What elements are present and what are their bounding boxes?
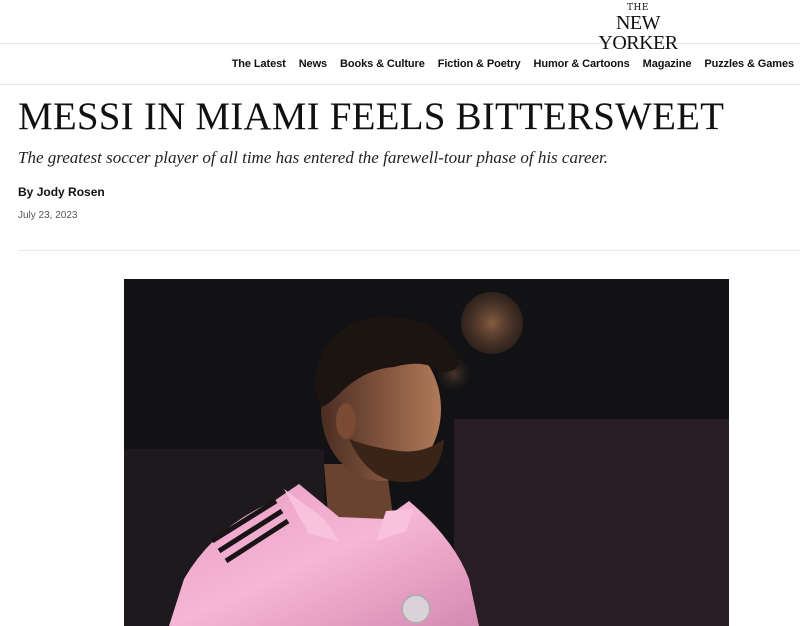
- section-nav: The Latest News Books & Culture Fiction …: [0, 45, 800, 85]
- nav-item-humor-cartoons[interactable]: Humor & Cartoons: [533, 58, 629, 70]
- nav-item-magazine[interactable]: Magazine: [643, 58, 692, 70]
- ear: [336, 403, 356, 439]
- nav-item-news[interactable]: News: [299, 58, 327, 70]
- nav-item-fiction-poetry[interactable]: Fiction & Poetry: [438, 58, 521, 70]
- nav-item-puzzles-games[interactable]: Puzzles & Games: [704, 58, 794, 70]
- byline-prefix: By: [18, 185, 37, 199]
- site-header: THE NEW YORKER: [0, 0, 800, 53]
- lead-photo-illustration: [124, 279, 729, 626]
- lead-photo: [124, 279, 729, 626]
- club-crest: [401, 594, 431, 624]
- bokeh-light-large: [461, 292, 523, 354]
- article-dek: The greatest soccer player of all time h…: [18, 148, 609, 167]
- nav-item-books-culture[interactable]: Books & Culture: [340, 58, 425, 70]
- nav-item-the-latest[interactable]: The Latest: [232, 58, 286, 70]
- article-byline: By Jody Rosen: [18, 185, 105, 199]
- author-link[interactable]: Jody Rosen: [37, 185, 105, 199]
- nav-list: The Latest News Books & Culture Fiction …: [219, 58, 794, 70]
- header-divider: [18, 250, 800, 251]
- publish-date: July 23, 2023: [18, 210, 78, 221]
- article-headline: MESSI IN MIAMI FEELS BITTERSWEET: [18, 95, 725, 138]
